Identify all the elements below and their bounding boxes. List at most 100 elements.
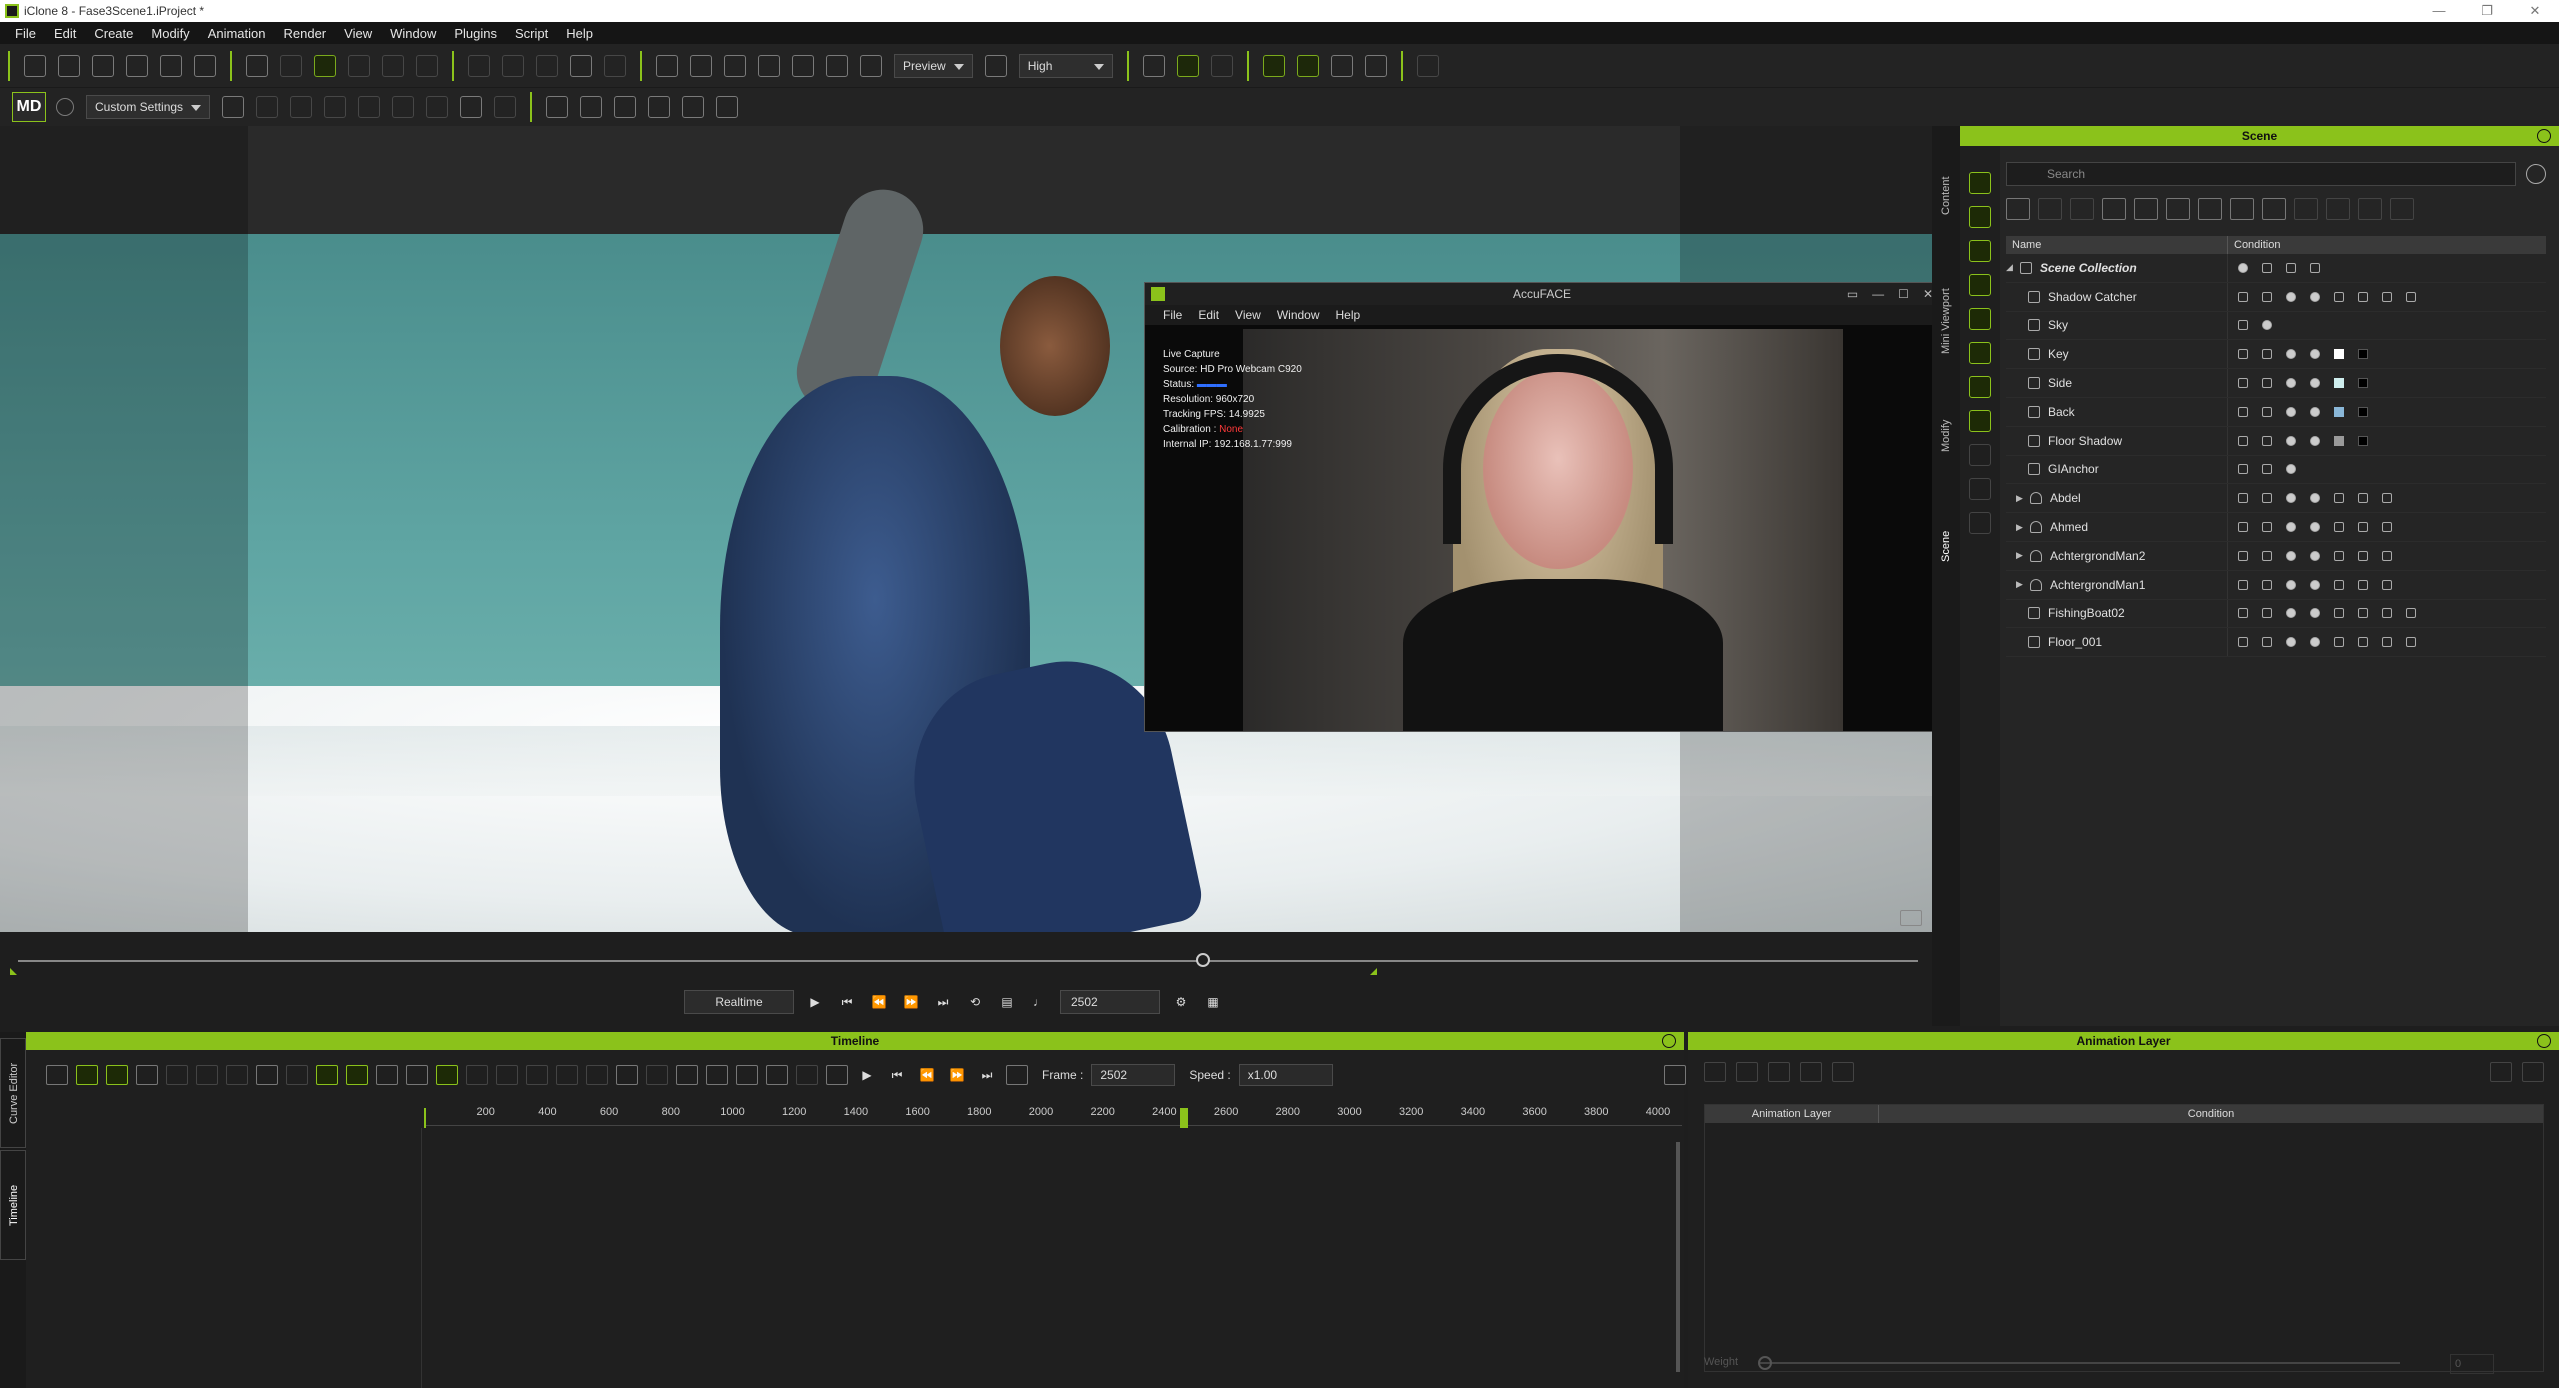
tl-next-icon[interactable]: ⏩ <box>946 1064 968 1086</box>
material-icon[interactable] <box>2286 522 2296 533</box>
light-color-swatch[interactable] <box>2334 349 2344 360</box>
light-color-swatch[interactable] <box>2334 378 2344 389</box>
tree-row-achtergrondman2[interactable]: ▶ AchtergrondMan2 <box>2006 541 2546 571</box>
usd-export-icon[interactable] <box>194 54 216 77</box>
shadow-icon[interactable] <box>2310 579 2320 590</box>
light-dir-icon[interactable] <box>2334 579 2344 590</box>
physics-icon[interactable] <box>1143 54 1166 77</box>
edit-motion-icon[interactable] <box>1365 54 1388 77</box>
scene-duplicate-icon[interactable] <box>2070 198 2094 220</box>
open-project-icon[interactable] <box>58 54 80 77</box>
tab-mini-viewport[interactable]: Mini Viewport <box>1932 266 1960 376</box>
expand-arrow-icon[interactable]: ▶ <box>2016 550 2026 561</box>
import-icon[interactable] <box>126 54 148 77</box>
move-tool-icon[interactable] <box>348 54 370 77</box>
merge-clip-icon[interactable] <box>496 1065 518 1085</box>
shadow-icon[interactable] <box>2310 349 2320 360</box>
undo-icon[interactable] <box>246 54 268 77</box>
group-icon[interactable] <box>604 54 626 77</box>
filter-motion-icon[interactable] <box>1969 240 1991 262</box>
material-icon[interactable] <box>2286 637 2296 648</box>
shadow-icon[interactable] <box>2310 608 2320 619</box>
ik-icon[interactable] <box>1177 54 1200 77</box>
paste-key-icon[interactable] <box>196 1065 218 1085</box>
tree-row-abdel[interactable]: ▶ Abdel <box>2006 484 2546 514</box>
zoom-fit-icon[interactable] <box>796 1065 818 1085</box>
fit-range-icon[interactable] <box>376 1065 398 1085</box>
tag-icon[interactable] <box>2382 637 2392 648</box>
timeline-ruler[interactable]: 200 400 600 800 1000 1200 1400 1600 1800 2000 2200… <box>424 1106 1682 1126</box>
lock-icon[interactable] <box>2262 608 2272 619</box>
scene-list-icon[interactable] <box>2230 198 2254 220</box>
marker-icon[interactable] <box>316 1065 338 1085</box>
sample-clip-icon[interactable] <box>586 1065 608 1085</box>
expand-arrow-icon[interactable]: ▶ <box>2016 579 2026 590</box>
filter-prop-icon[interactable] <box>1969 206 1991 228</box>
tree-row-floor-shadow[interactable]: Floor Shadow <box>2006 426 2546 456</box>
align-icon[interactable] <box>502 54 524 77</box>
minimize-button[interactable]: — <box>2415 0 2463 22</box>
column-name[interactable]: Name <box>2006 236 2228 254</box>
rotate-tool-icon[interactable] <box>382 54 404 77</box>
lock-icon[interactable] <box>2262 435 2272 446</box>
tree-row-back-light[interactable]: Back <box>2006 397 2546 427</box>
lock-icon[interactable] <box>2262 637 2272 648</box>
column-animation-layer[interactable]: Animation Layer <box>1705 1105 1879 1123</box>
gi-icon[interactable] <box>2286 464 2296 475</box>
shadow-icon[interactable] <box>2310 550 2320 561</box>
line-icon[interactable] <box>2334 291 2344 302</box>
add-track-icon[interactable] <box>616 1065 638 1085</box>
box-icon[interactable] <box>2406 608 2416 619</box>
shadow-icon[interactable] <box>2310 406 2320 417</box>
menu-window[interactable]: Window <box>381 26 445 41</box>
pencil-icon[interactable] <box>2382 550 2392 561</box>
frame-input[interactable]: 2502 <box>1060 990 1160 1014</box>
weight-input[interactable]: 0 <box>2450 1354 2494 1374</box>
track-list-icon[interactable] <box>46 1065 68 1085</box>
md-ground-icon[interactable] <box>324 96 347 118</box>
realtime-toggle[interactable]: Realtime <box>684 990 794 1014</box>
speed-dropdown[interactable]: x1.00 <box>1238 1064 1333 1086</box>
shadow-icon[interactable] <box>2310 435 2320 446</box>
accuface-restore-icon[interactable]: ▭ <box>1847 283 1858 305</box>
custom-settings-dropdown[interactable]: Custom Settings <box>86 95 211 119</box>
motion-icon[interactable] <box>2238 406 2248 417</box>
eye-icon[interactable] <box>2238 522 2248 533</box>
flag-icon[interactable] <box>1297 54 1320 77</box>
new-project-icon[interactable] <box>24 54 46 77</box>
tree-row-sky[interactable]: Sky <box>2006 311 2546 341</box>
motion-icon[interactable] <box>2238 291 2248 302</box>
shadow-icon[interactable] <box>2310 637 2320 648</box>
light-on-icon[interactable] <box>2286 378 2296 389</box>
tag-icon[interactable] <box>2358 579 2368 590</box>
tree-row-gi-anchor[interactable]: GIAnchor <box>2006 455 2546 485</box>
motion-icon[interactable] <box>2238 378 2248 389</box>
tab-scene[interactable]: Scene <box>1932 506 1960 586</box>
extra-tool-icon[interactable] <box>1417 54 1440 77</box>
expand-arrow-icon[interactable]: ▶ <box>2016 522 2026 533</box>
scene-collapse-icon[interactable] <box>2102 198 2126 220</box>
settings-sliders-icon[interactable] <box>716 96 739 118</box>
redo-icon[interactable] <box>280 54 302 77</box>
light-dir-icon[interactable] <box>2334 550 2344 561</box>
tab-timeline[interactable]: Timeline <box>0 1150 26 1260</box>
lock-icon[interactable] <box>2262 493 2272 504</box>
accuface-maximize-icon[interactable]: ☐ <box>1898 283 1909 305</box>
range-end-marker[interactable] <box>1370 968 1377 975</box>
menu-view[interactable]: View <box>335 26 381 41</box>
record-icon[interactable] <box>2238 262 2248 273</box>
eye-icon[interactable] <box>2238 637 2248 648</box>
tab-content[interactable]: Content <box>1932 156 1960 236</box>
md-zone-icon[interactable] <box>460 96 483 118</box>
home-view-icon[interactable] <box>724 54 746 77</box>
timeline-playhead[interactable] <box>1180 1108 1188 1128</box>
material-icon[interactable] <box>2286 608 2296 619</box>
light-shadow-swatch[interactable] <box>2358 406 2368 417</box>
grid-icon[interactable] <box>648 96 671 118</box>
light-shadow-swatch[interactable] <box>2358 435 2368 446</box>
tl-go-start-icon[interactable]: ⏮ <box>886 1064 908 1086</box>
zoom-extents-icon[interactable] <box>792 54 814 77</box>
lock-icon[interactable] <box>2262 349 2272 360</box>
tree-row-side-light[interactable]: Side <box>2006 369 2546 398</box>
fullscreen-icon[interactable] <box>826 54 848 77</box>
